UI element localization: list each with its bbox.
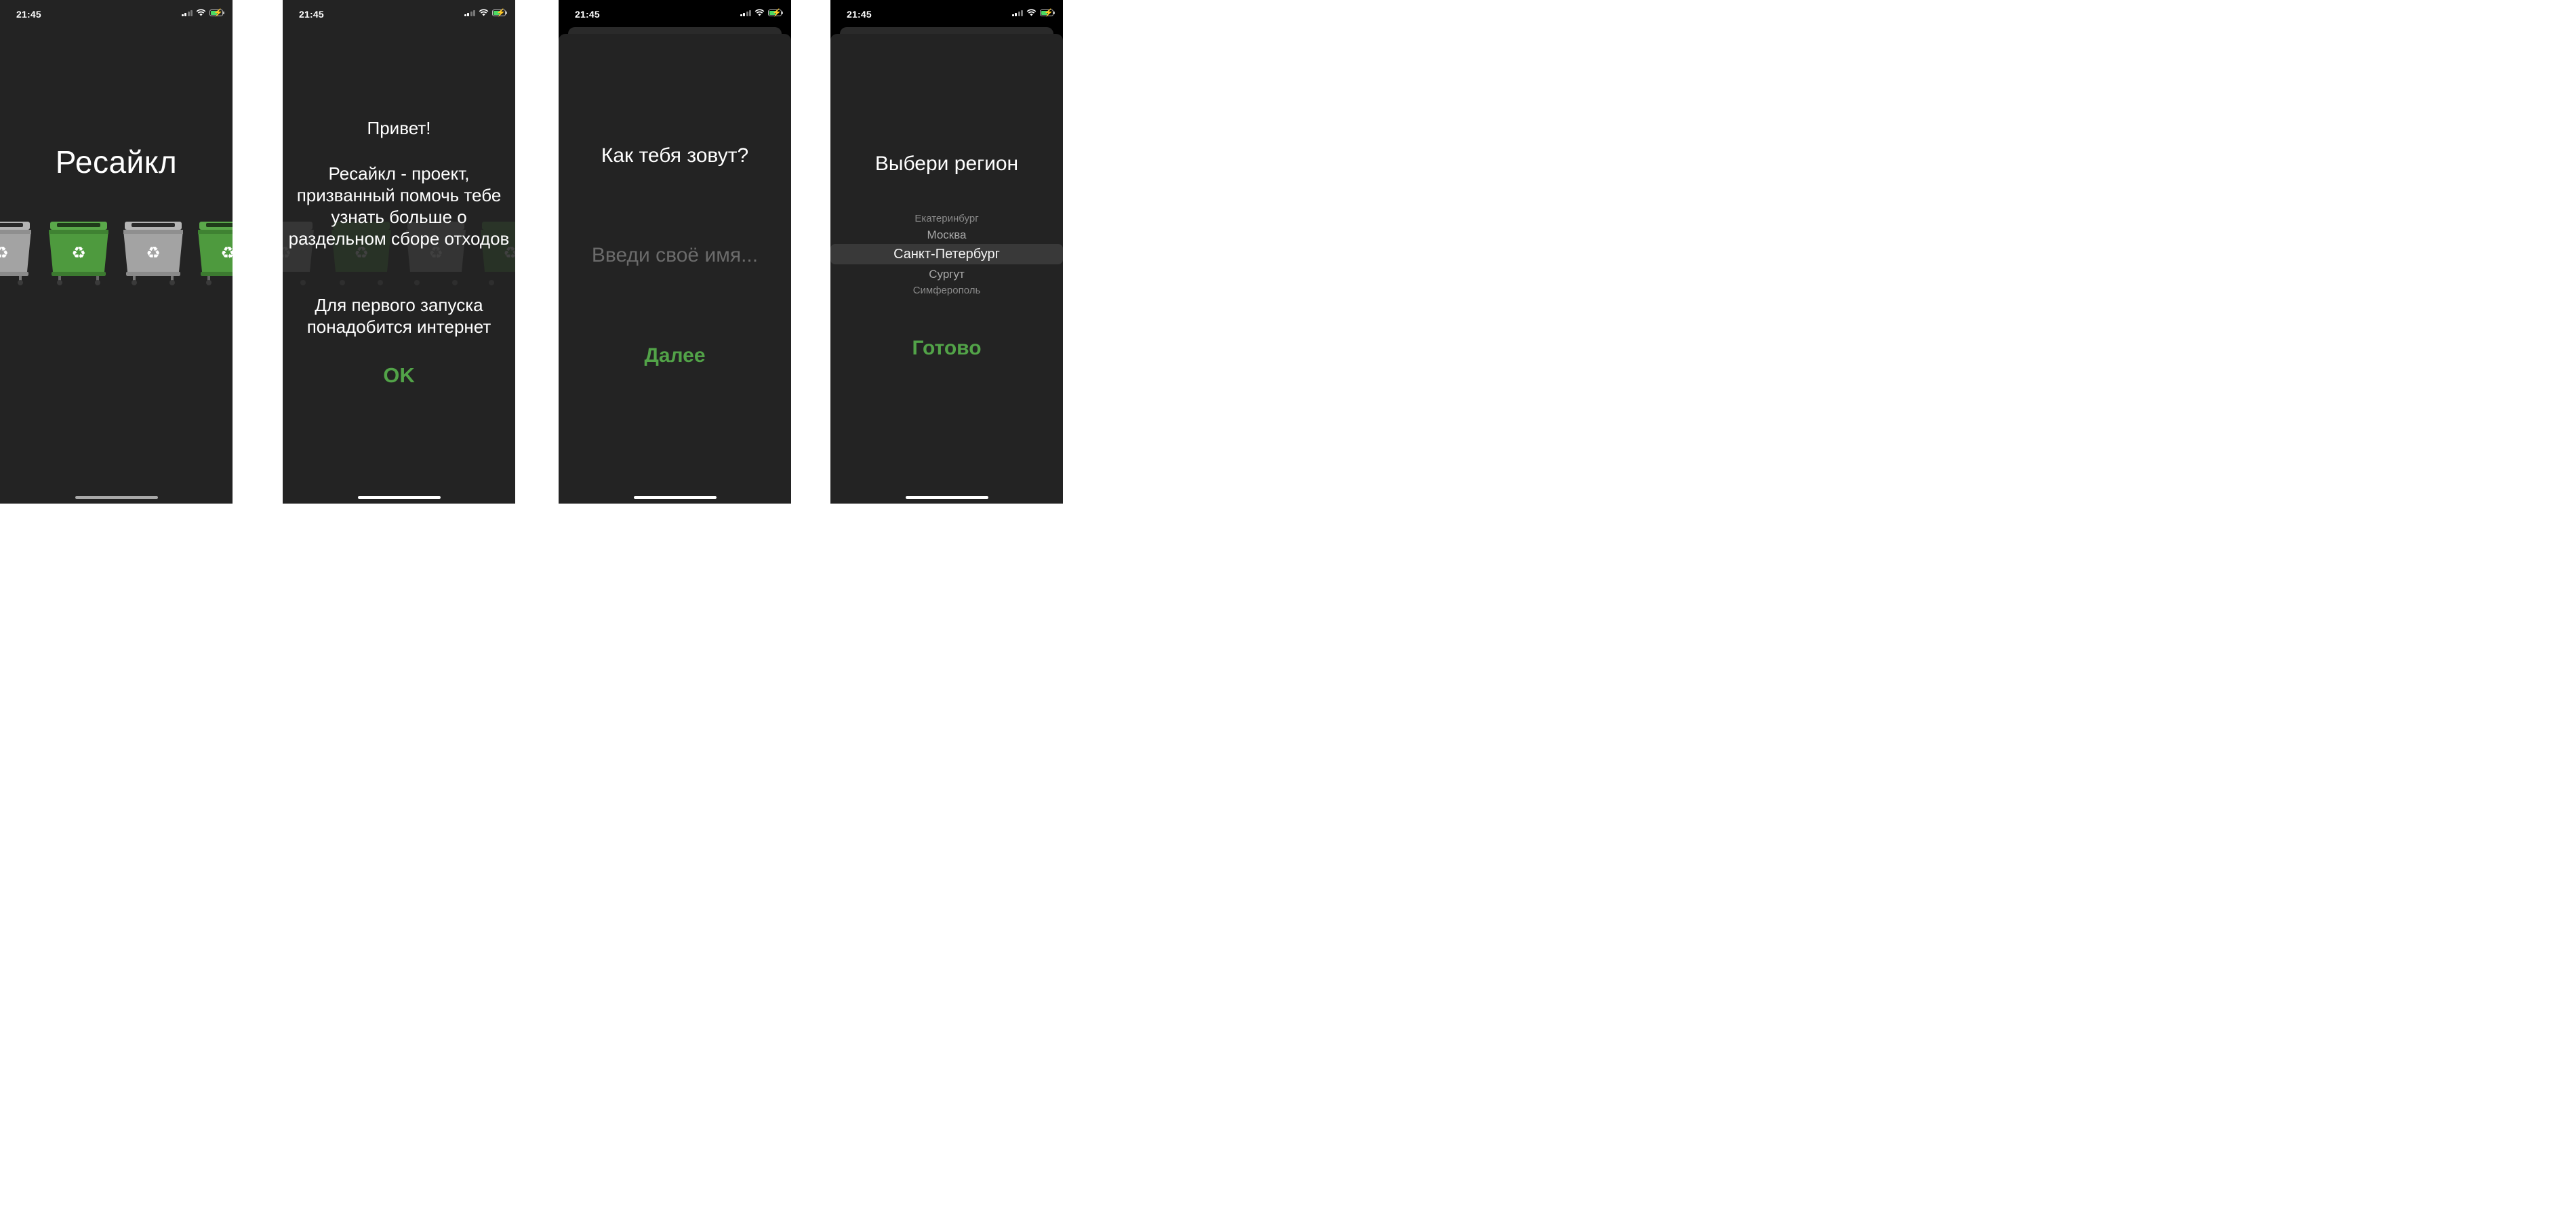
svg-text:♻: ♻ (0, 243, 9, 262)
wifi-icon (196, 9, 206, 16)
region-title: Выбери регион (874, 152, 1019, 175)
ok-button[interactable]: OK (283, 363, 515, 388)
status-bar: 21:45 ⚡ (0, 0, 233, 27)
modal-sheet: Как тебя зовут? Далее (559, 34, 791, 504)
region-option[interactable]: Симферополь (830, 285, 1063, 296)
home-indicator[interactable] (357, 496, 441, 499)
cellular-signal-icon (464, 9, 475, 16)
svg-text:♻: ♻ (220, 243, 233, 262)
greeting-body: Ресайкл - проект, призванный помочь тебе… (288, 163, 510, 249)
status-time: 21:45 (299, 9, 324, 20)
battery-charging-icon: ⚡ (1040, 9, 1055, 17)
name-input[interactable] (575, 241, 775, 270)
next-button[interactable]: Далее (559, 344, 791, 367)
home-indicator[interactable] (75, 496, 158, 499)
region-option[interactable]: Москва (830, 228, 1063, 242)
status-time: 21:45 (16, 9, 41, 20)
home-indicator[interactable] (633, 496, 717, 499)
greeting-screen: 21:45 ⚡ ♻ ♻ ♻ ♻ Привет! Ресайкл - проект… (283, 0, 515, 504)
done-button[interactable]: Готово (830, 337, 1063, 360)
cellular-signal-icon (181, 9, 193, 16)
battery-charging-icon: ⚡ (492, 9, 507, 17)
modal-sheet: Выбери регион Екатеринбург Москва Санкт-… (830, 34, 1063, 504)
status-bar: 21:45 ⚡ (283, 0, 515, 27)
wifi-icon (1026, 9, 1037, 16)
region-option-selected[interactable]: Санкт-Петербург (830, 247, 1063, 262)
internet-note: Для первого запуска понадобится интернет (306, 295, 491, 337)
app-title: Ресайкл (55, 144, 178, 180)
region-option[interactable]: Екатеринбург (830, 213, 1063, 224)
region-option[interactable]: Сургут (830, 268, 1063, 281)
wifi-icon (754, 9, 765, 16)
status-time: 21:45 (847, 9, 872, 20)
battery-charging-icon: ⚡ (209, 9, 224, 17)
svg-text:♻: ♻ (71, 243, 86, 262)
cellular-signal-icon (740, 9, 751, 16)
splash-screen: 21:45 ⚡ Ресайкл ♻ ♻ ♻ ♻ (0, 0, 233, 504)
status-time: 21:45 (575, 9, 600, 20)
region-picker[interactable]: Екатеринбург Москва Санкт-Петербург Сург… (830, 207, 1063, 302)
region-picker-screen: 21:45 ⚡ Выбери регион Екатеринбург Москв… (830, 0, 1063, 504)
greeting-title: Привет! (367, 118, 431, 138)
name-title: Как тебя зовут? (601, 144, 749, 167)
green-bin-icon: ♻ (198, 222, 233, 285)
cellular-signal-icon (1011, 9, 1023, 16)
battery-charging-icon: ⚡ (768, 9, 783, 17)
name-entry-screen: 21:45 ⚡ Как тебя зовут? Далее (559, 0, 791, 504)
wifi-icon (479, 9, 489, 16)
grey-bin-icon: ♻ (123, 222, 183, 285)
svg-text:♻: ♻ (146, 243, 161, 262)
status-bar: 21:45 ⚡ (559, 0, 791, 27)
green-bin-icon: ♻ (49, 222, 108, 285)
grey-bin-icon: ♻ (0, 222, 31, 285)
home-indicator[interactable] (905, 496, 988, 499)
bins-row: ♻ ♻ ♻ ♻ (0, 220, 233, 288)
status-bar: 21:45 ⚡ (830, 0, 1063, 27)
